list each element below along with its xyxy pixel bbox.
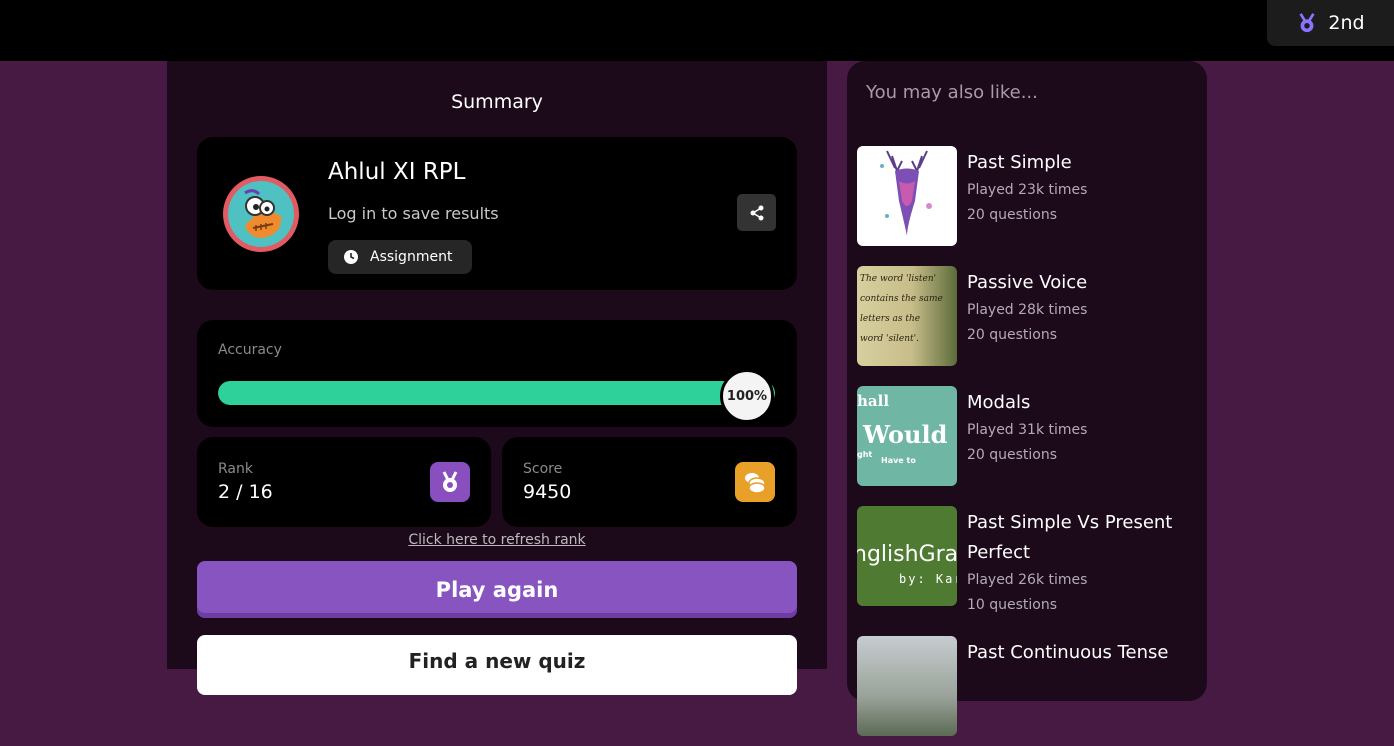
rank-label: Rank (218, 461, 253, 477)
medal-icon (442, 471, 458, 492)
quiz-question-count: 10 questions (967, 597, 1058, 613)
recommendations-panel: You may also like... Past Simple Played … (847, 61, 1207, 736)
rank-card: Rank 2 / 16 (197, 437, 491, 527)
play-again-button[interactable]: Play again (197, 561, 797, 618)
rank-position-text: 2nd (1328, 12, 1365, 34)
quiz-question-count: 20 questions (967, 327, 1058, 343)
player-avatar (223, 176, 299, 252)
accuracy-bar-fill (218, 381, 775, 405)
quiz-title: Past Simple (967, 152, 1072, 173)
quiz-question-count: 20 questions (967, 447, 1058, 463)
thumb-text-line: nglishGra (857, 542, 957, 567)
summary-title: Summary (451, 91, 543, 113)
rank-icon-tile (430, 462, 470, 502)
quiz-thumbnail (857, 146, 957, 246)
coins-icon (745, 473, 766, 494)
quiz-thumbnail: nglishGra by: Kar (857, 506, 957, 606)
quiz-question-count: 20 questions (967, 207, 1058, 223)
thumb-text-line: Would (863, 420, 948, 449)
thumb-text-line: hall (857, 392, 890, 410)
accuracy-card: Accuracy 100% (197, 320, 797, 427)
accuracy-label: Accuracy (218, 342, 282, 358)
share-icon (750, 205, 763, 220)
quiz-played-count: Played 31k times (967, 422, 1088, 438)
refresh-rank-link[interactable]: Click here to refresh rank (197, 532, 797, 548)
quiz-title: Past Simple Vs Present Perfect (967, 512, 1173, 563)
thumb-text-line: ght (857, 450, 873, 459)
rank-position-chip: 2nd (1267, 0, 1394, 46)
thumb-text-line: The word 'listen' (860, 274, 937, 284)
thumb-text-line: Have to (881, 456, 916, 465)
recommended-quiz-item[interactable]: hall Would ght Have to Modals Played 31k… (857, 386, 1202, 496)
quiz-played-count: Played 28k times (967, 302, 1088, 318)
find-new-quiz-button[interactable]: Find a new quiz (197, 635, 797, 695)
assignment-chip: Assignment (328, 240, 473, 274)
rank-value: 2 / 16 (218, 481, 273, 503)
login-prompt[interactable]: Log in to save results (328, 204, 499, 223)
quiz-thumbnail: The word 'listen' contains the same lett… (857, 266, 957, 366)
quiz-thumbnail: hall Would ght Have to (857, 386, 957, 486)
quiz-title: Past Continuous Tense (967, 642, 1169, 663)
quiz-title: Modals (967, 392, 1031, 413)
clock-icon (344, 250, 358, 264)
quiz-played-count: Played 23k times (967, 182, 1088, 198)
monster-avatar-icon (228, 181, 294, 247)
share-button[interactable] (737, 194, 776, 231)
thumb-text-line: contains the same (860, 294, 943, 304)
score-icon-tile (735, 462, 775, 502)
thumb-text-line: letters as the (860, 314, 921, 324)
quiz-title: Passive Voice (967, 272, 1088, 293)
score-card: Score 9450 (502, 437, 797, 527)
accuracy-value: 100% (720, 369, 774, 423)
accuracy-bar (218, 381, 775, 405)
player-card: Ahlul XI RPL Log in to save results Assi… (197, 137, 797, 290)
recommended-quiz-item[interactable]: Past Simple Played 23k times 20 question… (857, 146, 1202, 256)
quiz-played-count: Played 26k times (967, 572, 1088, 588)
recommended-quiz-item[interactable]: Past Continuous Tense (857, 636, 1202, 746)
score-value: 9450 (523, 481, 572, 503)
medal-icon (1299, 13, 1315, 33)
player-name: Ahlul XI RPL (328, 159, 466, 185)
recommendations-title: You may also like... (866, 82, 1038, 103)
recommended-quiz-item[interactable]: The word 'listen' contains the same lett… (857, 266, 1202, 376)
thumb-text-line: word 'silent'. (860, 334, 919, 344)
thumb-text-line: by: Kar (899, 572, 957, 586)
score-label: Score (523, 461, 563, 477)
quiz-thumbnail (857, 636, 957, 736)
top-bar: 2nd (0, 0, 1394, 61)
assignment-label: Assignment (370, 249, 453, 265)
deer-thumbnail-image (880, 150, 932, 236)
